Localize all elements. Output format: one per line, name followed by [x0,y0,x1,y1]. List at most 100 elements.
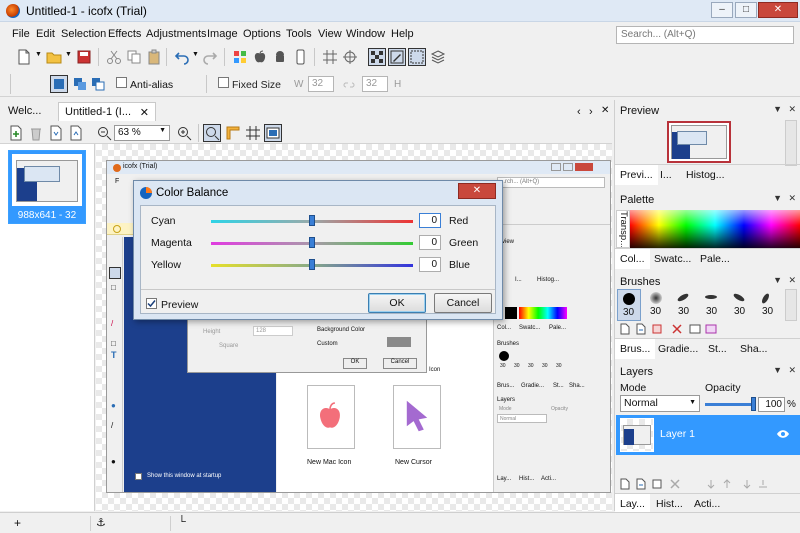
thumbnail-item[interactable]: 988x641 - 32 [8,150,86,224]
blend-mode-dropdown[interactable]: Normal ▼ [620,395,700,412]
panel-close-icon[interactable]: ✕ [788,275,796,286]
menu-selection[interactable]: Selection [61,28,106,40]
opacity-slider[interactable] [705,403,751,406]
apple-icon[interactable] [252,49,268,65]
open-folder-icon[interactable] [46,49,62,65]
menu-edit[interactable]: Edit [36,28,55,40]
tab-untitled-1[interactable]: Untitled-1 (I... ✕ [58,102,156,121]
delete-image-icon[interactable] [28,125,44,141]
tab-close-all-icon[interactable]: ✕ [601,105,609,116]
tab-preview[interactable]: Previ... [615,165,658,185]
menu-image[interactable]: Image [207,28,238,40]
flatten-icon[interactable] [757,478,769,490]
fixed-size-checkbox[interactable] [218,77,229,88]
panel-menu-icon[interactable]: ▼ [773,104,782,114]
color-palette-spectrum[interactable] [630,210,800,248]
yellow-blue-value-input[interactable]: 0 [419,257,441,272]
cyan-red-value-input[interactable]: 0 [419,213,441,228]
anti-alias-checkbox[interactable] [116,77,127,88]
export-image-icon[interactable] [68,125,84,141]
brushes-scrollbar[interactable] [785,289,797,321]
layers-icon[interactable] [430,49,446,65]
zoom-in-icon[interactable] [176,125,192,141]
brush-item[interactable]: 30 [701,289,725,321]
selection-subtract-icon[interactable] [90,76,106,92]
tab-scroll-left-icon[interactable]: ‹ [577,106,581,118]
brush-export-icon[interactable] [705,323,717,335]
tab-layers[interactable]: Lay... [615,494,650,514]
merge-down-icon[interactable] [741,478,753,490]
tab-scroll-right-icon[interactable]: › [589,106,593,118]
canvas-background-button[interactable] [264,124,282,142]
tab-welcome[interactable]: Welc... [2,102,47,121]
tab-histogram[interactable]: Histog... [681,165,730,185]
minimize-button[interactable]: – [711,2,733,18]
save-icon[interactable] [76,49,92,65]
actual-zoom-button[interactable] [203,124,221,142]
panel-menu-icon[interactable]: ▼ [773,365,782,375]
panel-close-icon[interactable]: ✕ [788,365,796,376]
duplicate-layer-icon[interactable] [635,478,647,490]
cancel-button[interactable]: Cancel [434,293,492,313]
magenta-green-slider-thumb[interactable] [309,237,315,248]
close-button[interactable]: ✕ [758,2,798,18]
brush-item-selected[interactable]: 30 [617,289,641,321]
transparent-color-label[interactable]: Transp... [616,210,630,248]
paste-icon[interactable] [146,49,162,65]
grid-icon[interactable] [322,49,338,65]
copy-icon[interactable] [126,49,142,65]
zoom-level-dropdown[interactable]: 63 % ▼ [114,125,170,141]
tab-palette[interactable]: Pale... [695,249,735,269]
search-input[interactable]: Search... (Alt+Q) [616,26,794,44]
menu-file[interactable]: File [12,28,30,40]
tab-history[interactable]: Hist... [651,494,688,514]
panel-menu-icon[interactable]: ▼ [773,275,782,285]
menu-window[interactable]: Window [346,28,385,40]
menu-tools[interactable]: Tools [286,28,312,40]
layer-row[interactable]: Layer 1 [616,415,800,455]
menu-help[interactable]: Help [391,28,414,40]
redo-icon[interactable] [202,49,218,65]
brush-item[interactable]: 30 [729,289,753,321]
tab-info[interactable]: I... [655,165,677,185]
android-icon[interactable] [272,49,288,65]
menu-adjustments[interactable]: Adjustments [146,28,207,40]
tab-gradients[interactable]: Gradie... [653,339,703,359]
cut-icon[interactable] [106,49,122,65]
width-input[interactable]: 32 [308,76,334,92]
checker-background-button[interactable] [368,48,386,66]
new-brush-icon[interactable] [619,323,631,335]
delete-brush-icon[interactable] [651,323,663,335]
brush-item[interactable]: 30 [673,289,697,321]
undo-icon[interactable] [174,49,190,65]
preview-checkbox[interactable] [146,298,157,309]
rulers-icon[interactable] [225,125,241,141]
preview-scrollbar[interactable] [785,120,797,166]
import-image-icon[interactable] [48,125,64,141]
panel-menu-icon[interactable]: ▼ [773,193,782,203]
brush-item[interactable]: 30 [645,289,669,321]
add-icon[interactable]: + [14,516,21,530]
selection-replace-button[interactable] [50,75,68,93]
chevron-down-icon[interactable]: ▼ [65,51,72,58]
maximize-button[interactable]: □ [735,2,757,18]
new-layer-icon[interactable] [619,478,631,490]
preview-thumbnail[interactable] [667,121,731,163]
link-icon[interactable] [341,77,357,93]
cyan-red-slider-thumb[interactable] [309,215,315,226]
move-layer-down-icon[interactable] [705,478,717,490]
panel-close-icon[interactable]: ✕ [788,193,796,204]
load-brush-icon[interactable] [635,323,647,335]
menu-view[interactable]: View [318,28,342,40]
chevron-down-icon[interactable]: ▼ [192,51,199,58]
new-image-icon[interactable] [8,125,24,141]
menu-effects[interactable]: Effects [108,28,141,40]
brush-item[interactable]: 30 [757,289,781,321]
new-file-icon[interactable] [16,49,32,65]
tab-color[interactable]: Col... [615,249,650,269]
tab-styles[interactable]: St... [703,339,732,359]
windows-icon[interactable] [232,49,248,65]
selection-add-icon[interactable] [72,76,88,92]
menu-options[interactable]: Options [243,28,281,40]
yellow-blue-slider-thumb[interactable] [309,259,315,270]
